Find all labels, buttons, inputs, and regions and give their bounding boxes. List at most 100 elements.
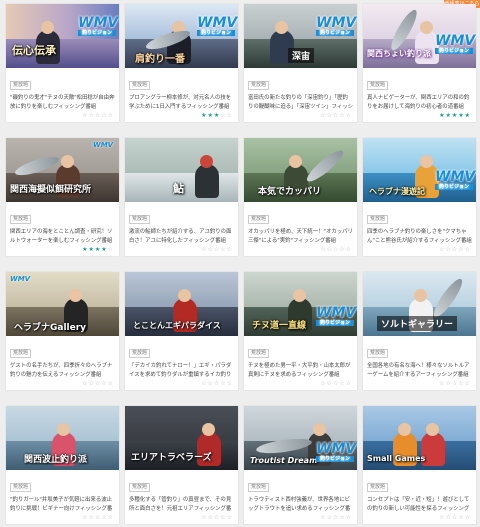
program-thumbnail[interactable]: Small Games (363, 406, 476, 470)
program-thumbnail[interactable]: 本気でカッパリ (244, 138, 357, 202)
program-thumbnail[interactable]: ヘラブナ漫遊記 WMV 釣りビジョン (363, 138, 476, 202)
program-title: 関西ちょい釣り派 (367, 49, 431, 58)
program-thumbnail[interactable]: 伝心伝承 WMV 釣りビジョン (6, 4, 119, 68)
program-card[interactable]: WMV ヘラブナGallery 荒放題 ゲストの名手たちが、四季折々のヘラブナ釣… (6, 272, 119, 390)
program-title: とことんエギパラダイス (133, 321, 221, 330)
program-description: 「デカイカ釣れてナロー！」エギ・パラダイスを求めて釣りダルが重鎮するイカ釣り番組 (129, 363, 232, 378)
program-description: 四季のヘラブナ釣りの楽しさを"クマちゃん"こと熊谷氏が紹介するフィッシング番組 (367, 229, 472, 244)
category-tag: 荒放題 (248, 215, 270, 224)
program-thumbnail[interactable]: ソルトギャラリー (363, 272, 476, 336)
category-tag: 荒放題 (129, 215, 151, 224)
program-description: トラウティスト西村強義が、世界各地にビッグトラウトを追い求めるフィッシング番組 (248, 497, 351, 512)
rating-stars: ★★★★★ (439, 112, 471, 119)
program-card[interactable]: 肩釣り一番 WMV 釣りビジョン 荒放題 プロアングラー柳本修が、対元名人の技を学… (125, 4, 238, 122)
program-thumbnail[interactable]: Troutist Dream WMV 釣りビジョン (244, 406, 357, 470)
channel-logo: WMV (10, 275, 31, 283)
program-title: 関西波止釣り派 (24, 455, 88, 465)
channel-logo: WMV 釣りビジョン (316, 441, 357, 462)
channel-logo: WMV 釣りビジョン (316, 305, 357, 326)
category-tag: 荒放題 (10, 215, 32, 224)
category-tag: 荒放題 (367, 215, 389, 224)
program-card[interactable]: チヌ道一直線 WMV 釣りビジョン 荒放題 チヌを極めた男一平・大平釣・山本太郎が… (244, 272, 357, 390)
rating-stars: ★★★☆☆ (201, 112, 233, 119)
program-thumbnail[interactable]: 関西海擬似餌研究所 WMV (6, 138, 119, 202)
program-thumbnail[interactable]: エリアトラベラーズ (125, 406, 238, 470)
rating-stars: ☆☆☆☆☆ (320, 112, 352, 119)
category-tag: 荒放題 (10, 349, 32, 358)
program-card[interactable]: 深宙 WMV 釣りビジョン 荒放題 富田氏の新たな釣りの「深宙釣り」「歴釣りの醍醐… (244, 4, 357, 122)
rating-stars: ☆☆☆☆☆ (82, 380, 114, 387)
category-tag: 荒放題 (367, 81, 389, 90)
program-description: オカッパリを極め、天下統一！"オカッパリ三傑"による"実釣"フィッシング番組 (248, 229, 353, 244)
program-card[interactable]: ヘラブナ漫遊記 WMV 釣りビジョン 荒放題 四季のヘラブナ釣りの楽しさを"クマち… (363, 138, 476, 256)
channel-logo: WMV 釣りビジョン (435, 169, 476, 190)
program-card[interactable]: 関西ちょい釣り派 WMV 釣りビジョン 荒放題 真人ナビゲーターが、関西エリアの和… (363, 4, 476, 122)
program-description: 関西エリアの海をとことん調査・研究！ソルトウォーターを楽しむフィッシング番組 (10, 229, 113, 244)
program-title: エリアトラベラーズ (131, 453, 212, 463)
program-card[interactable]: ソルトギャラリー 荒放題 全国各地の有名な海へ！様々なソルトルアーゲームを紹介す… (363, 272, 476, 390)
rating-stars: ☆☆☆☆☆ (439, 514, 471, 521)
program-title: 鮎 (173, 182, 184, 195)
program-card[interactable]: 関西波止釣り派 荒放題 "釣りガール"井坂美子が気軽に出来る波止釣りに挑戦！ビギ… (6, 406, 119, 524)
program-thumbnail[interactable]: 関西ちょい釣り派 WMV 釣りビジョン (363, 4, 476, 68)
channel-logo: WMV 釣りビジョン (316, 15, 357, 36)
category-tag: 荒放題 (367, 349, 389, 358)
category-tag: 荒放題 (367, 483, 389, 492)
program-title: Small Games (367, 454, 426, 463)
channel-logo: WMV 釣りビジョン (197, 15, 238, 36)
program-thumbnail[interactable]: チヌ道一直線 WMV 釣りビジョン (244, 272, 357, 336)
category-tag: 荒放題 (248, 349, 270, 358)
program-title: 伝心伝承 (12, 44, 56, 57)
rating-stars: ☆☆☆☆☆ (439, 380, 471, 387)
channel-logo: WMV 釣りビジョン (435, 33, 476, 54)
program-thumbnail[interactable]: 関西波止釣り派 (6, 406, 119, 470)
program-title: 肩釣り一番 (135, 54, 185, 65)
rating-stars: ☆☆☆☆☆ (82, 112, 114, 119)
program-card[interactable]: とことんエギパラダイス 荒放題 「デカイカ釣れてナロー！」エギ・パラダイスを求め… (125, 272, 238, 390)
program-description: 全国各地の有名な海へ！様々なソルトルアーゲームを紹介するアーフィッシング番組 (367, 363, 470, 378)
program-description: 多種化する「管釣り」の真昼まで、その見所と面白さを！元祖エリアフィッシング番組 (129, 497, 232, 512)
category-tag: 荒放題 (129, 81, 151, 90)
program-description: "釣りガール"井坂美子が気軽に出来る波止釣りに挑戦！ビギナー向けフィッシング番組 (10, 497, 113, 512)
rating-stars: ☆☆☆☆☆ (320, 514, 352, 521)
program-title: チヌ道一直線 (252, 321, 307, 331)
program-card[interactable]: 本気でカッパリ 荒放題 オカッパリを極め、天下統一！"オカッパリ三傑"による"実… (244, 138, 357, 256)
rating-stars: ☆☆☆☆☆ (201, 380, 233, 387)
rating-stars: ☆☆☆☆☆ (320, 380, 352, 387)
rating-stars: ☆☆☆☆☆ (82, 514, 114, 521)
program-card[interactable]: Troutist Dream WMV 釣りビジョン 荒放題 トラウティスト西村強義… (244, 406, 357, 524)
program-description: 激流の鮎師たちが紹介する、アユ釣りの面白さ！アユに特化したフィッシング番組 (129, 229, 232, 244)
program-thumbnail[interactable]: WMV ヘラブナGallery (6, 272, 119, 336)
channel-logo: WMV 釣りビジョン (78, 15, 119, 36)
program-card[interactable]: Small Games 荒放題 コンセプトは「安・近・短」！遊びとしての釣りの新… (363, 406, 476, 524)
program-card[interactable]: エリアトラベラーズ 荒放題 多種化する「管釣り」の真昼まで、その見所と面白さを！… (125, 406, 238, 524)
program-title: ヘラブナ漫遊記 (369, 187, 425, 196)
program-grid: 伝心伝承 WMV 釣りビジョン 荒放題 "磯釣りの鬼才"チヌの天敵"松田稔が自由奔… (6, 4, 476, 524)
program-description: チヌを極めた男一平・大平釣・山本太郎が真剣にチヌを求めるフィッシング番組 (248, 363, 351, 378)
program-thumbnail[interactable]: 深宙 WMV 釣りビジョン (244, 4, 357, 68)
category-tag: 荒放題 (248, 81, 270, 90)
program-description: プロアングラー柳本修が、対元名人の技を学ぶために1日入門するフィッシング番組 (129, 95, 232, 110)
program-description: 真人ナビゲーターが、関西エリアの和の釣りをお届けして海釣りの初心者の道番組 (367, 95, 470, 110)
category-tag: 荒放題 (10, 81, 32, 90)
program-card[interactable]: 関西海擬似餌研究所 WMV 荒放題 関西エリアの海をとことん調査・研究！ソルトウ… (6, 138, 119, 256)
rating-stars: ☆☆☆☆☆ (201, 514, 233, 521)
program-description: 富田氏の新たな釣りの「深宙釣り」「歴釣りの醍醐味に迫る」「深宙ツイン」フィッシン… (248, 95, 353, 110)
channel-logo: WMV (93, 141, 114, 149)
program-thumbnail[interactable]: 肩釣り一番 WMV 釣りビジョン (125, 4, 238, 68)
program-thumbnail[interactable]: とことんエギパラダイス (125, 272, 238, 336)
program-title: ヘラブナGallery (14, 323, 87, 333)
program-card[interactable]: 鮎 荒放題 激流の鮎師たちが紹介する、アユ釣りの面白さ！アユに特化したフィッシン… (125, 138, 238, 256)
program-description: コンセプトは「安・近・短」！遊びとしての釣りの新しい可能性を探るフィッシング番組 (367, 497, 470, 512)
program-title: 関西海擬似餌研究所 (10, 185, 92, 195)
program-title: 本気でカッパリ (258, 187, 322, 197)
program-description: ゲストの名手たちが、四季折々のヘラブナ釣りの魅力を伝えるフィッシング番組 (10, 363, 113, 378)
rating-stars: ☆☆☆☆☆ (201, 246, 233, 253)
program-title: Troutist Dream (250, 456, 318, 465)
program-thumbnail[interactable]: 鮎 (125, 138, 238, 202)
category-tag: 荒放題 (248, 483, 270, 492)
category-tag: 荒放題 (10, 483, 32, 492)
program-card[interactable]: 伝心伝承 WMV 釣りビジョン 荒放題 "磯釣りの鬼才"チヌの天敵"松田稔が自由奔… (6, 4, 119, 122)
rating-stars: ★★★★☆ (82, 246, 114, 253)
rating-stars: ☆☆☆☆☆ (439, 246, 471, 253)
